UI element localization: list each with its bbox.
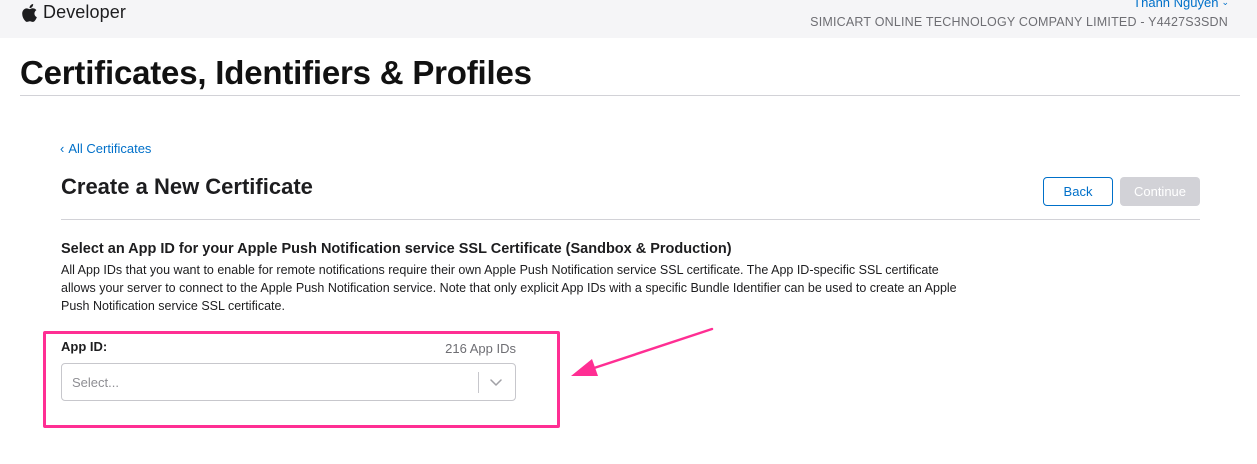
chevron-left-icon: ‹ <box>60 141 65 156</box>
title-divider <box>20 95 1240 96</box>
developer-brand[interactable]: Developer <box>22 2 126 23</box>
top-nav-bar: Developer Thanh Nguyen ⌄ SIMICART ONLINE… <box>0 0 1257 38</box>
chevron-down-icon: ⌄ <box>1221 0 1229 7</box>
team-name: SIMICART ONLINE TECHNOLOGY COMPANY LIMIT… <box>810 15 1228 29</box>
page-title: Certificates, Identifiers & Profiles <box>20 54 532 91</box>
chevron-down-icon[interactable] <box>489 375 503 394</box>
user-menu[interactable]: Thanh Nguyen ⌄ <box>1133 0 1229 10</box>
select-placeholder: Select... <box>72 375 119 390</box>
section-divider <box>61 219 1200 220</box>
apple-logo-icon <box>22 3 37 22</box>
back-link-label: All Certificates <box>68 141 152 156</box>
all-certificates-link[interactable]: ‹ All Certificates <box>60 141 151 156</box>
user-name: Thanh Nguyen <box>1133 0 1219 10</box>
section-title: Create a New Certificate <box>61 174 313 199</box>
app-id-label: App ID: <box>61 339 108 354</box>
back-button[interactable]: Back <box>1043 177 1113 206</box>
app-id-select[interactable]: Select... <box>61 363 516 401</box>
description-text: All App IDs that you want to enable for … <box>61 263 957 313</box>
app-id-count: 216 App IDs <box>445 341 516 356</box>
brand-text: Developer <box>43 2 126 22</box>
continue-button[interactable]: Continue <box>1120 177 1200 206</box>
select-separator <box>478 372 479 393</box>
description-heading: Select an App ID for your Apple Push Not… <box>61 241 732 257</box>
